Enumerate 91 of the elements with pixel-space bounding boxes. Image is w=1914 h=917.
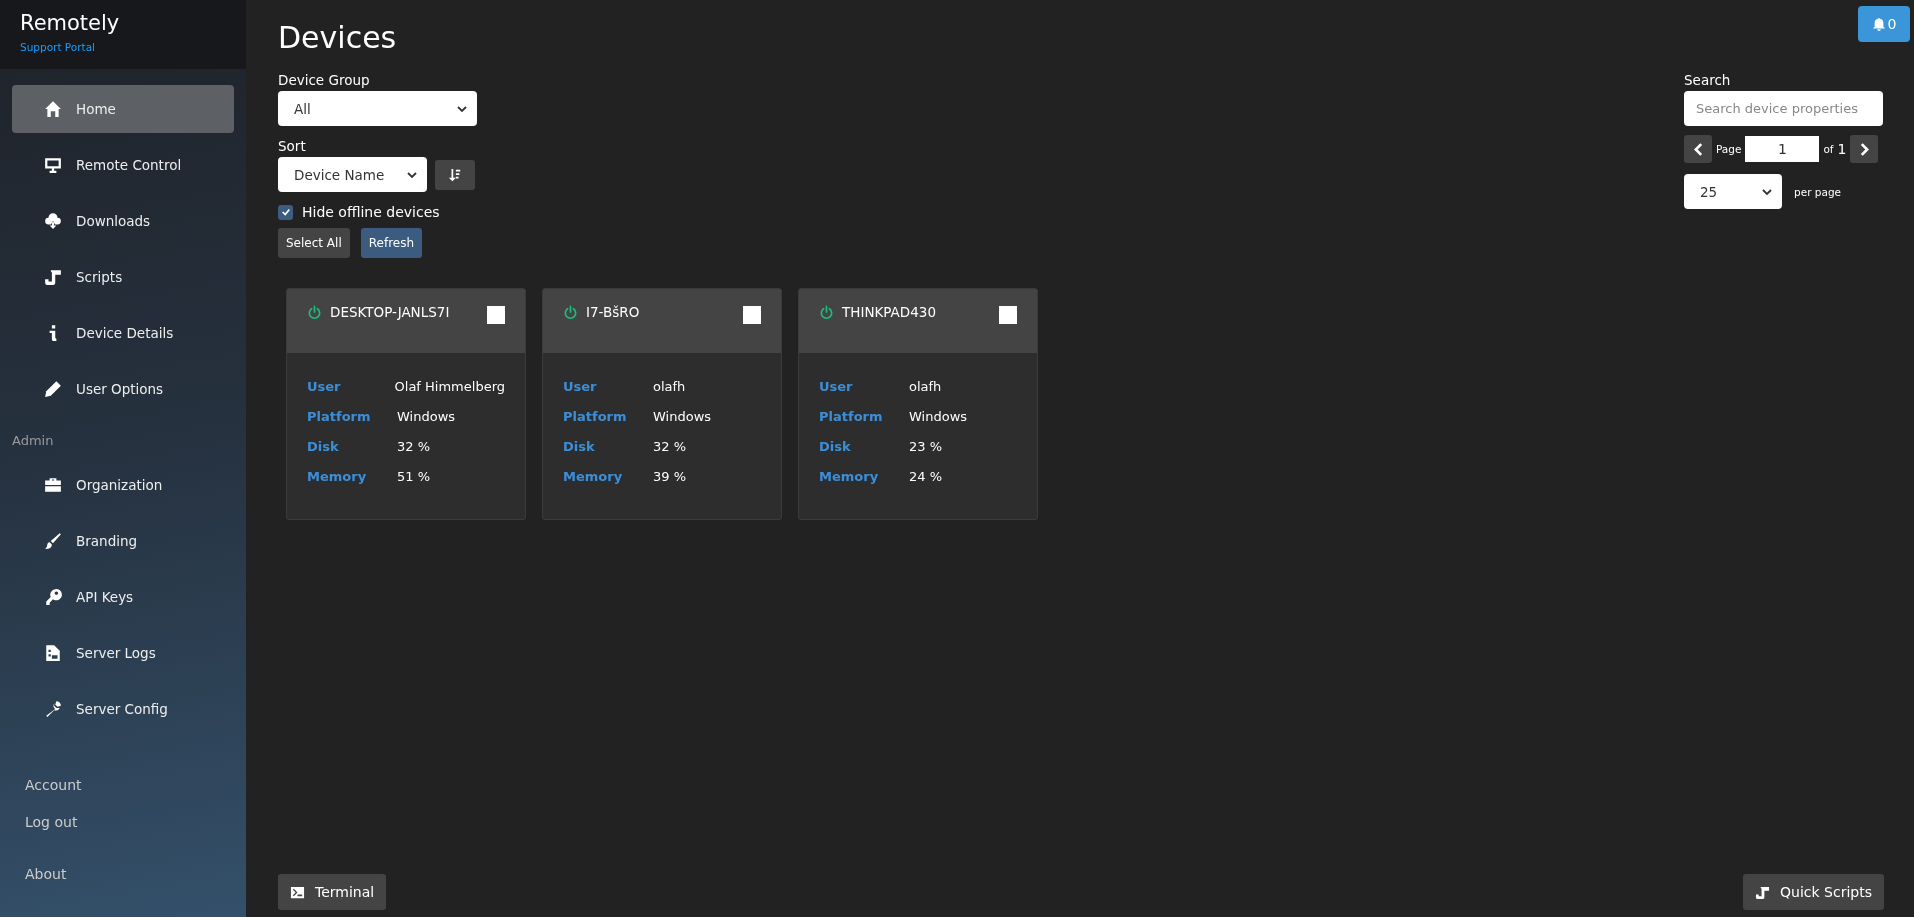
device-card[interactable]: DESKTOP-JANLS7I User Olaf Himmelberg Platform Windows Disk 32 % Memory 51 % — [286, 288, 526, 520]
field-label: User — [563, 378, 598, 394]
chevron-left-icon — [1693, 142, 1703, 156]
field-value: 32 % — [397, 438, 431, 454]
hide-offline-checkbox[interactable] — [278, 204, 293, 220]
field-value: 23 % — [909, 438, 943, 454]
field-label: Memory — [307, 468, 368, 484]
field-value: 51 % — [397, 468, 431, 484]
account-link[interactable]: Log out — [25, 812, 246, 849]
device-name: I7-BšRO — [586, 304, 641, 320]
device-checkbox[interactable] — [743, 306, 761, 324]
pencil-icon — [44, 380, 62, 398]
device-group-label: Device Group — [278, 72, 371, 88]
monitor-icon — [44, 156, 62, 174]
device-checkbox[interactable] — [487, 306, 505, 324]
per-page-label: per page — [1794, 185, 1841, 198]
device-checkbox[interactable] — [999, 306, 1017, 324]
nav-item[interactable]: Server Config — [12, 685, 234, 733]
chevron-down-icon — [457, 105, 467, 112]
sort-label: Sort — [278, 138, 307, 154]
field-value: olafh — [909, 378, 942, 394]
terminal-icon — [290, 884, 305, 900]
field-label: Platform — [819, 408, 884, 424]
cloud-icon — [44, 212, 62, 230]
device-card[interactable]: I7-BšRO User olafh Platform Windows Disk 32 % Memory 39 % — [542, 288, 782, 520]
about-link[interactable]: About — [25, 864, 246, 901]
quick-scripts-button[interactable]: Quick Scripts — [1743, 874, 1884, 910]
search-field[interactable]: Search device properties — [1684, 91, 1883, 126]
scroll-icon — [44, 268, 62, 286]
nav-item[interactable]: Remote Control — [12, 141, 234, 189]
nav-item[interactable]: User Options — [12, 365, 234, 413]
field-value: 39 % — [653, 468, 687, 484]
select-all-button[interactable]: Select All — [278, 228, 350, 258]
nav-item[interactable]: API Keys — [12, 573, 234, 621]
page-title: Devices — [278, 20, 398, 56]
field-label: Disk — [819, 438, 852, 454]
account-link[interactable]: Account — [25, 775, 246, 812]
device-name: THINKPAD430 — [842, 304, 937, 320]
field-label: Disk — [563, 438, 596, 454]
file-icon — [44, 644, 62, 662]
field-value: Windows — [397, 408, 456, 424]
field-value: Windows — [653, 408, 712, 424]
nav-item[interactable]: Device Details — [12, 309, 234, 357]
field-label: User — [307, 378, 342, 394]
device-group-select[interactable]: All — [278, 91, 477, 126]
bell-icon — [1871, 17, 1886, 31]
previous-page-button[interactable] — [1684, 135, 1712, 163]
field-label: Platform — [307, 408, 372, 424]
search-label: Search — [1684, 72, 1731, 88]
page-label: Page — [1716, 143, 1742, 155]
page-number-field[interactable]: 1 — [1745, 136, 1820, 162]
key-icon — [44, 588, 62, 606]
chevron-down-icon — [1762, 188, 1772, 195]
nav-item[interactable]: Server Logs — [12, 629, 234, 677]
scroll-icon — [1755, 884, 1771, 900]
field-value: olafh — [653, 378, 686, 394]
briefcase-icon — [44, 476, 62, 494]
home-icon — [44, 100, 62, 118]
app-title: Remotely — [20, 10, 121, 36]
field-label: Memory — [819, 468, 880, 484]
field-label: Memory — [563, 468, 624, 484]
page-total: 1 — [1837, 141, 1847, 157]
per-page-select[interactable]: 25 — [1684, 174, 1782, 209]
field-value: Olaf Himmelberg — [394, 378, 505, 394]
field-label: Disk — [307, 438, 340, 454]
sort-select[interactable]: Device Name — [278, 157, 427, 192]
nav-item[interactable]: Branding — [12, 517, 234, 565]
field-label: User — [819, 378, 854, 394]
nav-item[interactable]: Scripts — [12, 253, 234, 301]
field-value: 32 % — [653, 438, 687, 454]
nav-item[interactable]: Organization — [12, 461, 234, 509]
sort-descending-icon — [448, 167, 462, 182]
support-portal-link[interactable]: Support Portal — [20, 41, 95, 53]
brush-icon — [44, 532, 62, 550]
next-page-button[interactable] — [1850, 135, 1879, 163]
device-card[interactable]: THINKPAD430 User olafh Platform Windows Disk 23 % Memory 24 % — [798, 288, 1038, 520]
chevron-down-icon — [407, 171, 417, 178]
checkmark-icon — [280, 207, 291, 217]
nav-item[interactable]: Downloads — [12, 197, 234, 245]
nav-item[interactable]: Home — [12, 85, 234, 133]
refresh-button[interactable]: Refresh — [360, 228, 423, 258]
terminal-button[interactable]: Terminal — [278, 874, 387, 910]
device-name: DESKTOP-JANLS7I — [330, 304, 451, 320]
field-value: 24 % — [909, 468, 943, 484]
admin-heading: Admin — [12, 433, 55, 450]
chevron-right-icon — [1859, 142, 1869, 156]
sort-direction-button[interactable] — [435, 159, 475, 190]
field-label: Platform — [563, 408, 628, 424]
hide-offline-label: Hide offline devices — [302, 204, 440, 220]
of-label: of — [1823, 143, 1834, 155]
field-value: Windows — [909, 408, 968, 424]
